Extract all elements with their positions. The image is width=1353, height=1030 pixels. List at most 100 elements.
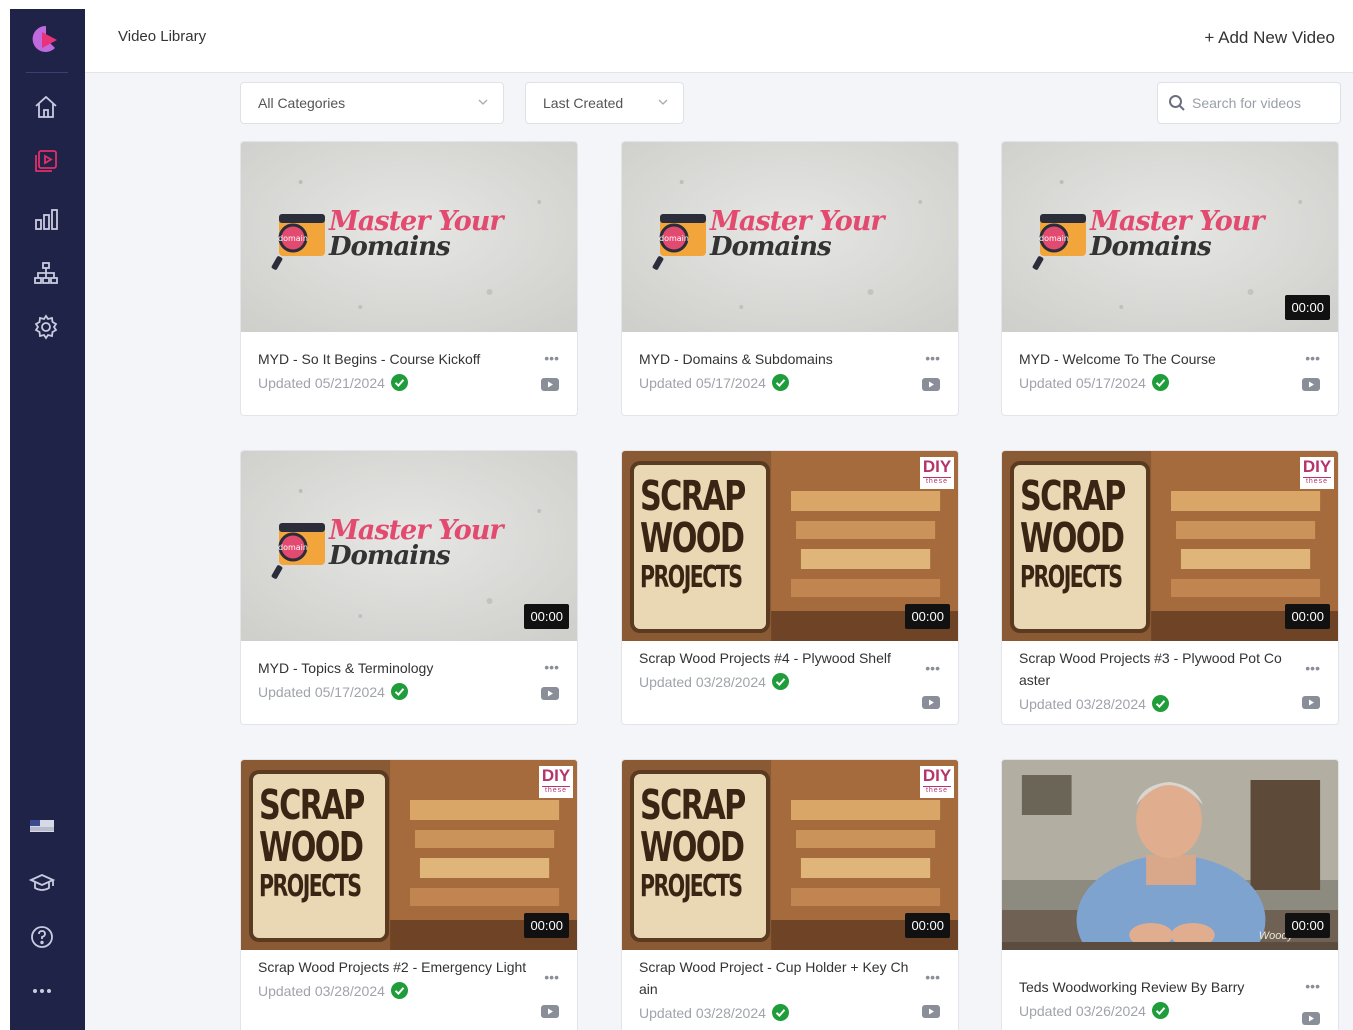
video-title[interactable]: Scrap Wood Projects #3 - Plywood Pot Coa… (1019, 647, 1289, 691)
video-updated-row: Updated 03/28/2024 (639, 1004, 941, 1021)
play-video-icon[interactable] (922, 1005, 940, 1018)
play-video-icon[interactable] (541, 687, 559, 700)
scrap-wood-line1: SCRAP (640, 781, 746, 829)
published-check-icon (390, 982, 408, 999)
more-options-icon[interactable]: ••• (544, 659, 559, 675)
sort-select[interactable]: Last Created (525, 82, 684, 124)
more-options-icon[interactable]: ••• (925, 350, 940, 366)
diy-logo: DIY these (920, 457, 954, 489)
diy-logo-bottom: these (923, 786, 951, 794)
video-updated-row: Updated 03/28/2024 (1019, 695, 1321, 712)
video-card[interactable]: domain Master Your Domains MYD - Domains… (621, 141, 959, 416)
published-check-icon (771, 1004, 789, 1021)
search-box (1157, 82, 1341, 124)
domain-magnifier-icon: domain (1032, 214, 1086, 270)
video-updated-row: Updated 03/26/2024 (1019, 1002, 1321, 1019)
video-title[interactable]: Scrap Wood Projects #2 - Emergency Light (258, 956, 528, 978)
video-title[interactable]: MYD - Welcome To The Course (1019, 348, 1289, 370)
search-input[interactable] (1192, 83, 1332, 123)
sitemap-icon[interactable] (32, 259, 60, 287)
logo-divider (26, 72, 68, 73)
domain-icon-label: domain (659, 234, 689, 243)
sidebar (10, 9, 85, 1030)
video-card[interactable]: SCRAP WOOD PROJECTS DIY these 00:00 Scrap… (621, 759, 959, 1030)
video-updated-date: Updated 05/17/2024 (639, 374, 766, 391)
play-video-icon[interactable] (1302, 378, 1320, 391)
published-check-icon (390, 683, 408, 700)
video-updated-date: Updated 05/17/2024 (1019, 374, 1146, 391)
more-options-icon[interactable]: ••• (1305, 350, 1320, 366)
video-thumbnail[interactable]: domain Master Your Domains (241, 142, 577, 332)
scrap-wood-line2: WOOD (640, 823, 745, 871)
scrap-wood-sign: SCRAP WOOD PROJECTS (249, 770, 389, 942)
domain-icon-label: domain (278, 234, 308, 243)
video-thumbnail[interactable]: Woody 00:00 (1002, 760, 1338, 950)
more-options-icon[interactable]: ••• (1305, 660, 1320, 676)
more-options-icon[interactable]: ••• (544, 350, 559, 366)
more-options-icon[interactable]: ••• (1305, 978, 1320, 994)
graduation-cap-icon[interactable] (28, 869, 56, 897)
video-title[interactable]: MYD - So It Begins - Course Kickoff (258, 348, 528, 370)
video-card[interactable]: SCRAP WOOD PROJECTS DIY these 00:00 Scrap… (240, 759, 578, 1030)
video-thumbnail[interactable]: SCRAP WOOD PROJECTS DIY these 00:00 (622, 760, 958, 950)
video-card[interactable]: SCRAP WOOD PROJECTS DIY these 00:00 Scrap… (621, 450, 959, 725)
video-thumbnail[interactable]: domain Master Your Domains 00:00 (1002, 142, 1338, 332)
video-thumbnail[interactable]: domain Master Your Domains 00:00 (241, 451, 577, 641)
chevron-down-icon (478, 99, 488, 105)
video-updated-date: Updated 03/26/2024 (1019, 1002, 1146, 1019)
video-duration-badge: 00:00 (1285, 913, 1330, 938)
more-options-icon[interactable]: ••• (925, 969, 940, 985)
add-new-video-button[interactable]: + Add New Video (1204, 28, 1335, 48)
video-duration-badge: 00:00 (905, 604, 950, 629)
video-thumbnail[interactable]: domain Master Your Domains (622, 142, 958, 332)
video-thumbnail[interactable]: SCRAP WOOD PROJECTS DIY these 00:00 (241, 760, 577, 950)
home-icon[interactable] (32, 93, 60, 121)
video-library-icon[interactable] (32, 147, 60, 175)
video-card[interactable]: domain Master Your Domains MYD - So It B… (240, 141, 578, 416)
category-select[interactable]: All Categories (240, 82, 504, 124)
more-options-icon[interactable]: ••• (925, 660, 940, 676)
diy-logo-bottom: these (1303, 477, 1331, 485)
play-video-icon[interactable] (922, 378, 940, 391)
scrap-wood-line1: SCRAP (259, 781, 365, 829)
video-title[interactable]: Teds Woodworking Review By Barry (1019, 976, 1289, 998)
play-video-icon[interactable] (541, 1005, 559, 1018)
video-title[interactable]: Scrap Wood Projects #4 - Plywood Shelf (639, 647, 909, 669)
sort-select-value: Last Created (543, 95, 624, 111)
diy-logo-bottom: these (542, 786, 570, 794)
video-card[interactable]: SCRAP WOOD PROJECTS DIY these 00:00 Scrap… (1001, 450, 1339, 725)
scrap-wood-sign: SCRAP WOOD PROJECTS (630, 461, 770, 633)
analytics-icon[interactable] (32, 205, 60, 233)
more-options-icon[interactable]: ••• (544, 969, 559, 985)
video-title[interactable]: MYD - Topics & Terminology (258, 657, 528, 679)
more-icon[interactable] (28, 977, 56, 1005)
video-title[interactable]: Scrap Wood Project - Cup Holder + Key Ch… (639, 956, 909, 1000)
play-video-icon[interactable] (1302, 1012, 1320, 1025)
play-video-icon[interactable] (541, 378, 559, 391)
published-check-icon (1151, 374, 1169, 391)
video-updated-row: Updated 05/21/2024 (258, 374, 560, 391)
video-duration-badge: 00:00 (524, 604, 569, 629)
video-card[interactable]: domain Master Your Domains 00:00 MYD - To… (240, 450, 578, 725)
video-title[interactable]: MYD - Domains & Subdomains (639, 348, 909, 370)
settings-icon[interactable] (32, 313, 60, 341)
video-updated-row: Updated 05/17/2024 (1019, 374, 1321, 391)
help-icon[interactable] (28, 923, 56, 951)
video-thumbnail[interactable]: SCRAP WOOD PROJECTS DIY these 00:00 (622, 451, 958, 641)
main-content: Video Library + Add New Video All Catego… (85, 9, 1353, 1030)
flag-icon[interactable] (28, 812, 56, 840)
video-duration-badge: 00:00 (1285, 604, 1330, 629)
scrap-wood-line2: WOOD (259, 823, 364, 871)
play-video-icon[interactable] (1302, 696, 1320, 709)
video-updated-date: Updated 05/17/2024 (258, 683, 385, 700)
video-updated-date: Updated 03/28/2024 (1019, 695, 1146, 712)
scrap-wood-line3: PROJECTS (1020, 560, 1123, 595)
video-thumbnail[interactable]: SCRAP WOOD PROJECTS DIY these 00:00 (1002, 451, 1338, 641)
domain-magnifier-icon: domain (271, 523, 325, 579)
video-card[interactable]: domain Master Your Domains 00:00 MYD - We… (1001, 141, 1339, 416)
domain-magnifier-icon: domain (652, 214, 706, 270)
video-card[interactable]: Woody 00:00 Teds Woodworking Review By Ba… (1001, 759, 1339, 1030)
play-video-icon[interactable] (922, 696, 940, 709)
search-icon (1169, 95, 1185, 111)
app-logo-icon[interactable] (30, 23, 62, 55)
